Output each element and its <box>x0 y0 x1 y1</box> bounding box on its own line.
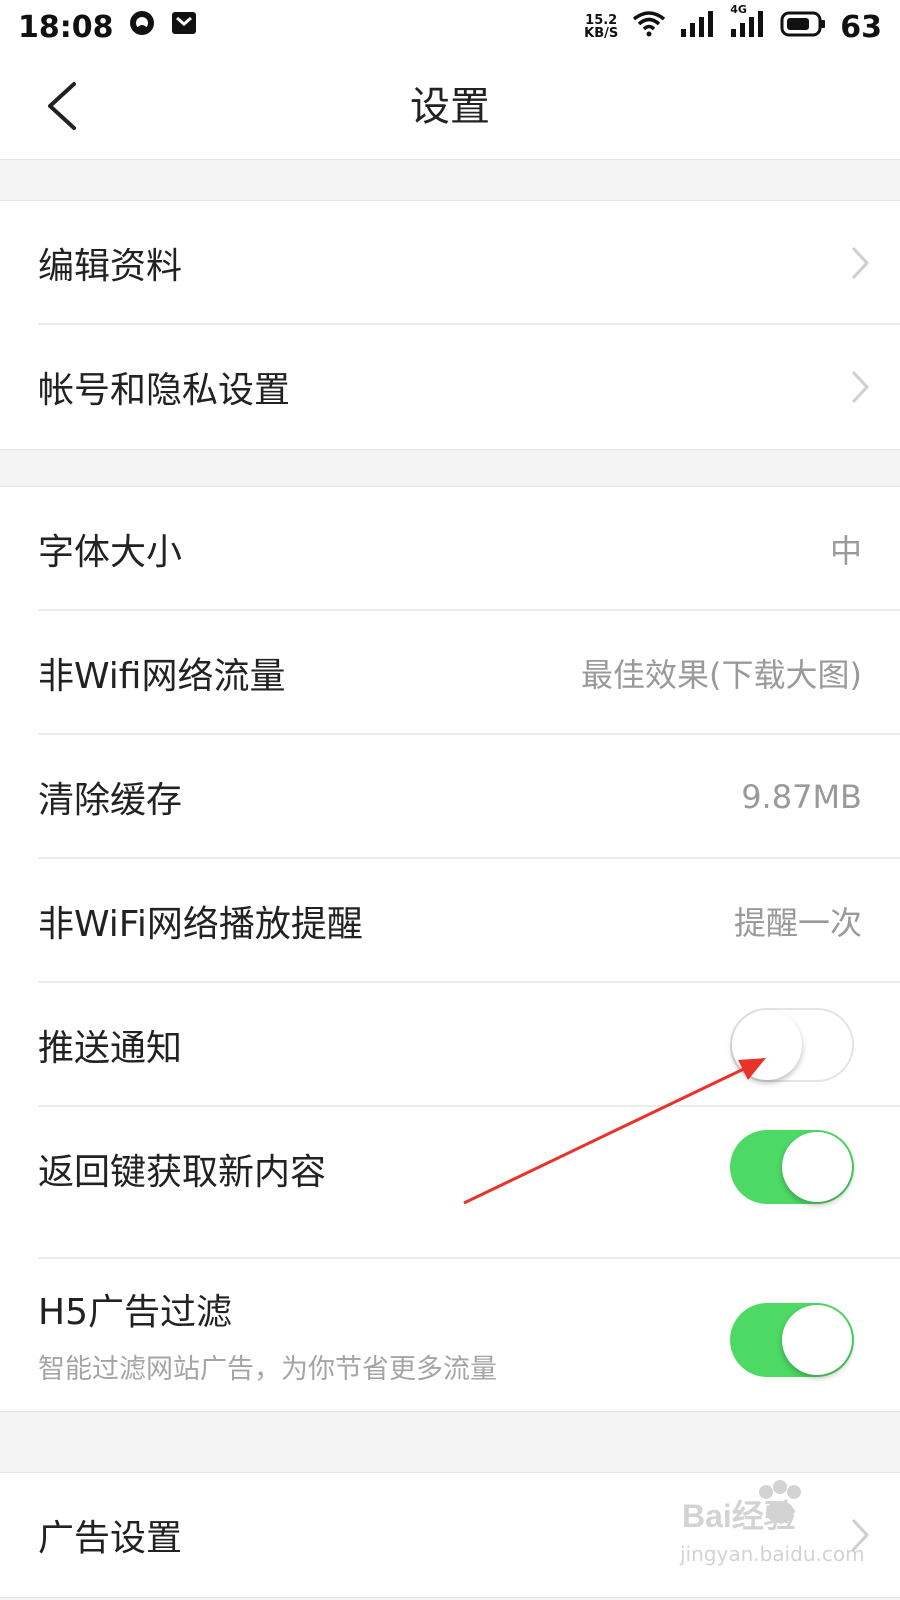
row-label: 非WiFi网络播放提醒 <box>38 904 363 945</box>
page-title: 设置 <box>410 84 490 130</box>
toggle-knob <box>782 1132 852 1202</box>
row-value: 提醒一次 <box>733 904 862 942</box>
back-button[interactable] <box>36 78 86 134</box>
row-value: 中 <box>829 532 862 570</box>
row-label: 非Wifi网络流量 <box>38 656 286 697</box>
row-label: 字体大小 <box>38 532 183 573</box>
status-time: 18:08 <box>18 9 114 45</box>
battery-level: 63 <box>840 9 882 45</box>
signal-icon <box>680 9 716 45</box>
back-key-refresh-toggle[interactable] <box>730 1130 854 1204</box>
app-notification-icon <box>128 9 156 45</box>
toggle-knob <box>732 1010 802 1080</box>
row-label: 广告设置 <box>38 1518 183 1559</box>
settings-row-account-privacy[interactable]: 帐号和隐私设置 <box>0 325 900 449</box>
row-subtitle: 智能过滤网站广告，为你节省更多流量 <box>38 1354 497 1385</box>
message-notification-icon <box>170 9 198 45</box>
status-bar: 18:08 15.2 KB/S 4G 63 <box>0 0 900 54</box>
settings-row-clear-cache[interactable]: 清除缓存 9.87MB <box>0 735 900 859</box>
settings-row-edit-profile[interactable]: 编辑资料 <box>0 201 900 325</box>
chevron-right-icon <box>850 201 870 325</box>
general-settings-group: 字体大小 中 非Wifi网络流量 最佳效果(下载大图) 清除缓存 9.87MB … <box>0 486 900 1412</box>
row-label: 清除缓存 <box>38 780 183 821</box>
settings-row-push-notification: 推送通知 <box>0 983 900 1107</box>
chevron-right-icon <box>850 325 870 449</box>
h5-ad-filter-toggle[interactable] <box>730 1303 854 1377</box>
ad-settings-group: 广告设置 <box>0 1472 900 1598</box>
wifi-icon <box>632 9 666 45</box>
toggle-knob <box>782 1305 852 1375</box>
settings-row-font-size[interactable]: 字体大小 中 <box>0 487 900 611</box>
row-value: 最佳效果(下载大图) <box>581 656 862 694</box>
network-speed: 15.2 KB/S <box>584 13 619 41</box>
back-arrow-icon <box>48 82 76 130</box>
row-value: 9.87MB <box>741 778 862 816</box>
row-label: 返回键获取新内容 <box>38 1152 327 1193</box>
battery-icon <box>780 10 826 45</box>
push-notification-toggle[interactable] <box>730 1008 854 1082</box>
account-settings-group: 编辑资料 帐号和隐私设置 <box>0 200 900 450</box>
nav-bar: 设置 <box>0 54 900 160</box>
chevron-right-icon <box>850 1473 870 1597</box>
settings-row-back-key-refresh: 返回键获取新内容 <box>0 1107 900 1259</box>
row-label: 推送通知 <box>38 1028 183 1069</box>
settings-row-non-wifi-traffic[interactable]: 非Wifi网络流量 最佳效果(下载大图) <box>0 611 900 735</box>
row-label: 帐号和隐私设置 <box>38 370 291 411</box>
settings-row-non-wifi-play-reminder[interactable]: 非WiFi网络播放提醒 提醒一次 <box>0 859 900 983</box>
row-label: H5广告过滤 <box>38 1292 232 1333</box>
settings-row-ad-settings[interactable]: 广告设置 <box>0 1473 900 1597</box>
row-label: 编辑资料 <box>38 246 183 287</box>
settings-row-h5-ad-filter: H5广告过滤 智能过滤网站广告，为你节省更多流量 <box>0 1259 900 1411</box>
signal-4g-icon: 4G <box>730 3 766 45</box>
